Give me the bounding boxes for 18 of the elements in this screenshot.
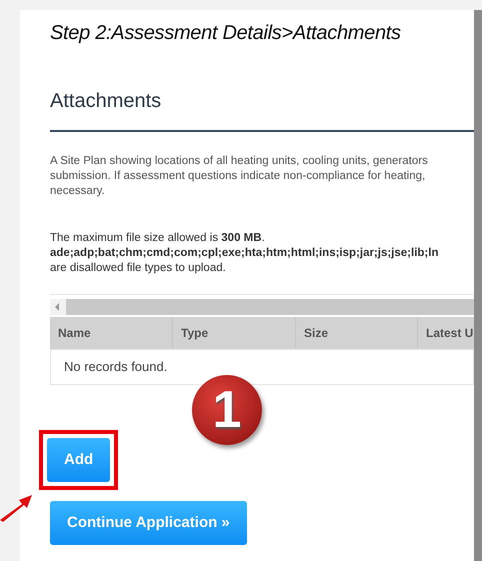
file-rule-line: are disallowed file types to upload. — [50, 261, 226, 276]
add-button[interactable]: Add — [47, 438, 110, 482]
breadcrumb: Step 2:Assessment Details>Attachments — [50, 21, 402, 46]
continue-button[interactable]: Continue Application » — [50, 501, 247, 545]
column-header: Type — [173, 317, 296, 349]
file-rule-line: ade;adp;bat;chm;cmd;com;cpl;exe;hta;htm;html;ins;isp;jar;js;jse;lib;ln — [50, 246, 438, 261]
empty-message: No records found. — [64, 358, 168, 376]
horizontal-scrollbar[interactable] — [50, 299, 474, 315]
description-line: A Site Plan showing locations of all heating units, cooling units, generators — [50, 154, 428, 169]
column-header: Name — [50, 317, 173, 349]
description-line: necessary. — [50, 184, 105, 199]
column-header: Size — [296, 317, 418, 349]
scroll-left-icon[interactable] — [55, 303, 59, 311]
vertical-scrollbar[interactable] — [474, 10, 482, 561]
pointer-arrow-icon — [0, 494, 33, 522]
file-rule-line: The maximum file size allowed is 300 MB. — [50, 231, 265, 246]
section-heading: Attachments — [50, 89, 162, 114]
description-line: submission. If assessment questions indicate non-compliance for heating, — [50, 169, 426, 184]
